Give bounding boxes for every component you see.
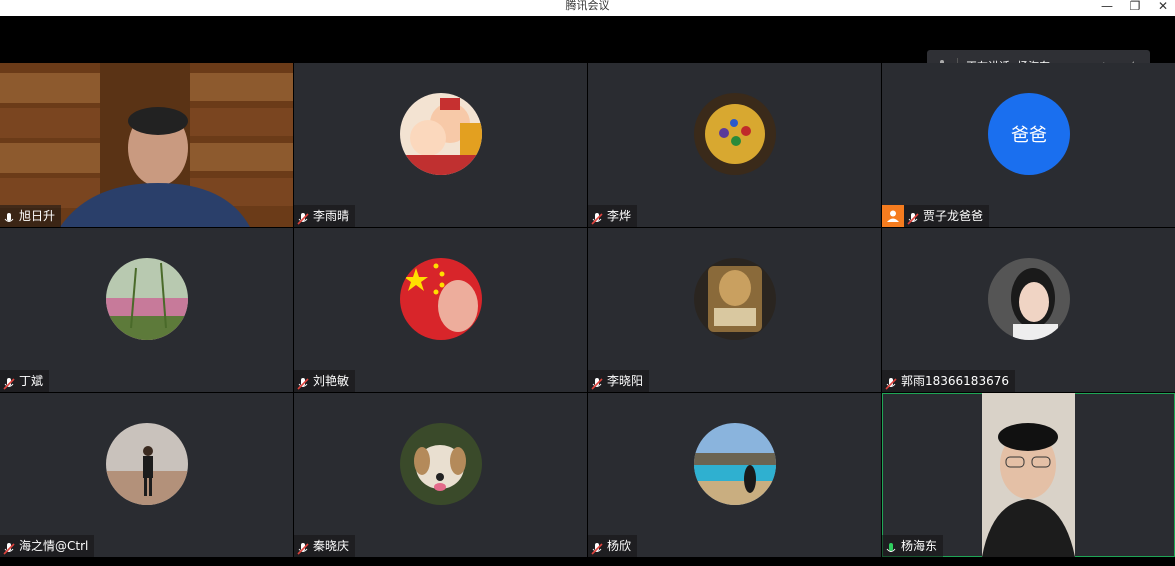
dog-avatar	[400, 423, 482, 505]
participant-namebar: 海之情@Ctrl	[0, 535, 95, 557]
participant-name: 杨海东	[901, 539, 938, 553]
participant-name: 李烨	[607, 209, 632, 223]
mic-muted-icon	[907, 210, 919, 225]
minimize-button[interactable]: —	[1097, 0, 1117, 14]
participant-tile[interactable]: 李雨晴	[294, 63, 587, 227]
participant-tile[interactable]: 丁斌	[0, 228, 293, 392]
participant-tile-speaking[interactable]: 杨海东	[882, 393, 1175, 557]
participant-tile[interactable]: 郭雨18366183676	[882, 228, 1175, 392]
participant-namebar: 郭雨18366183676	[882, 370, 1015, 392]
participant-name: 李雨晴	[313, 209, 350, 223]
lake-avatar	[694, 423, 776, 505]
participant-name: 旭日升	[19, 209, 56, 223]
participant-name: 秦晓庆	[313, 539, 350, 553]
participant-name: 贾子龙爸爸	[923, 209, 984, 223]
mic-muted-icon	[3, 540, 15, 555]
title-bar: 腾讯会议 — ❐ ✕	[0, 0, 1175, 16]
participant-namebar: 旭日升	[0, 205, 62, 227]
mic-muted-icon	[297, 540, 309, 555]
window-title: 腾讯会议	[565, 0, 610, 12]
close-button[interactable]: ✕	[1153, 0, 1173, 14]
participant-namebar: 丁斌	[0, 370, 50, 392]
participant-tile[interactable]: 李烨	[588, 63, 881, 227]
participant-namebar: 杨欣	[588, 535, 638, 557]
participant-tile[interactable]: 旭日升	[0, 63, 293, 227]
participant-tile[interactable]: 爸爸 贾子龙爸爸	[882, 63, 1175, 227]
participant-name: 郭雨18366183676	[901, 374, 1009, 388]
participant-tile[interactable]: 杨欣	[588, 393, 881, 557]
participant-name: 刘艳敏	[313, 374, 350, 388]
participant-tile[interactable]: 秦晓庆	[294, 393, 587, 557]
participant-namebar: 贾子龙爸爸	[904, 205, 990, 227]
restore-button[interactable]: ❐	[1125, 0, 1145, 14]
text-avatar: 爸爸	[988, 93, 1070, 175]
user-icon	[882, 205, 904, 227]
mic-active-icon	[885, 540, 897, 552]
mic-icon	[3, 210, 15, 222]
flower-field-avatar	[106, 258, 188, 340]
mic-muted-icon	[297, 210, 309, 225]
woman-avatar	[988, 258, 1070, 340]
participant-namebar: 杨海东	[882, 535, 944, 557]
participant-tile[interactable]: 刘艳敏	[294, 228, 587, 392]
participant-name: 杨欣	[607, 539, 632, 553]
cartoon-avatar	[400, 93, 482, 175]
thanos-avatar	[694, 93, 776, 175]
mic-muted-icon	[591, 540, 603, 555]
participant-name: 丁斌	[19, 374, 44, 388]
host-video	[0, 63, 293, 227]
self-video	[982, 393, 1075, 557]
china-flag-avatar	[400, 258, 482, 340]
game-card-avatar	[694, 258, 776, 340]
participant-namebar: 李烨	[588, 205, 638, 227]
mic-muted-icon	[885, 375, 897, 390]
participant-name: 海之情@Ctrl	[19, 539, 89, 553]
participant-namebar: 秦晓庆	[294, 535, 356, 557]
participant-tile[interactable]: 李晓阳	[588, 228, 881, 392]
participant-tile[interactable]: 海之情@Ctrl	[0, 393, 293, 557]
participant-grid: 旭日升 李雨晴 李烨 爸爸 贾子龙爸爸 丁斌 刘艳敏 李晓阳 郭雨1836618…	[0, 63, 1175, 558]
participant-namebar: 李晓阳	[588, 370, 650, 392]
participant-namebar: 刘艳敏	[294, 370, 356, 392]
mic-muted-icon	[591, 375, 603, 390]
participant-namebar: 李雨晴	[294, 205, 356, 227]
mic-muted-icon	[297, 375, 309, 390]
beach-man-avatar	[106, 423, 188, 505]
mic-muted-icon	[3, 375, 15, 390]
participant-name: 李晓阳	[607, 374, 644, 388]
mic-muted-icon	[591, 210, 603, 225]
